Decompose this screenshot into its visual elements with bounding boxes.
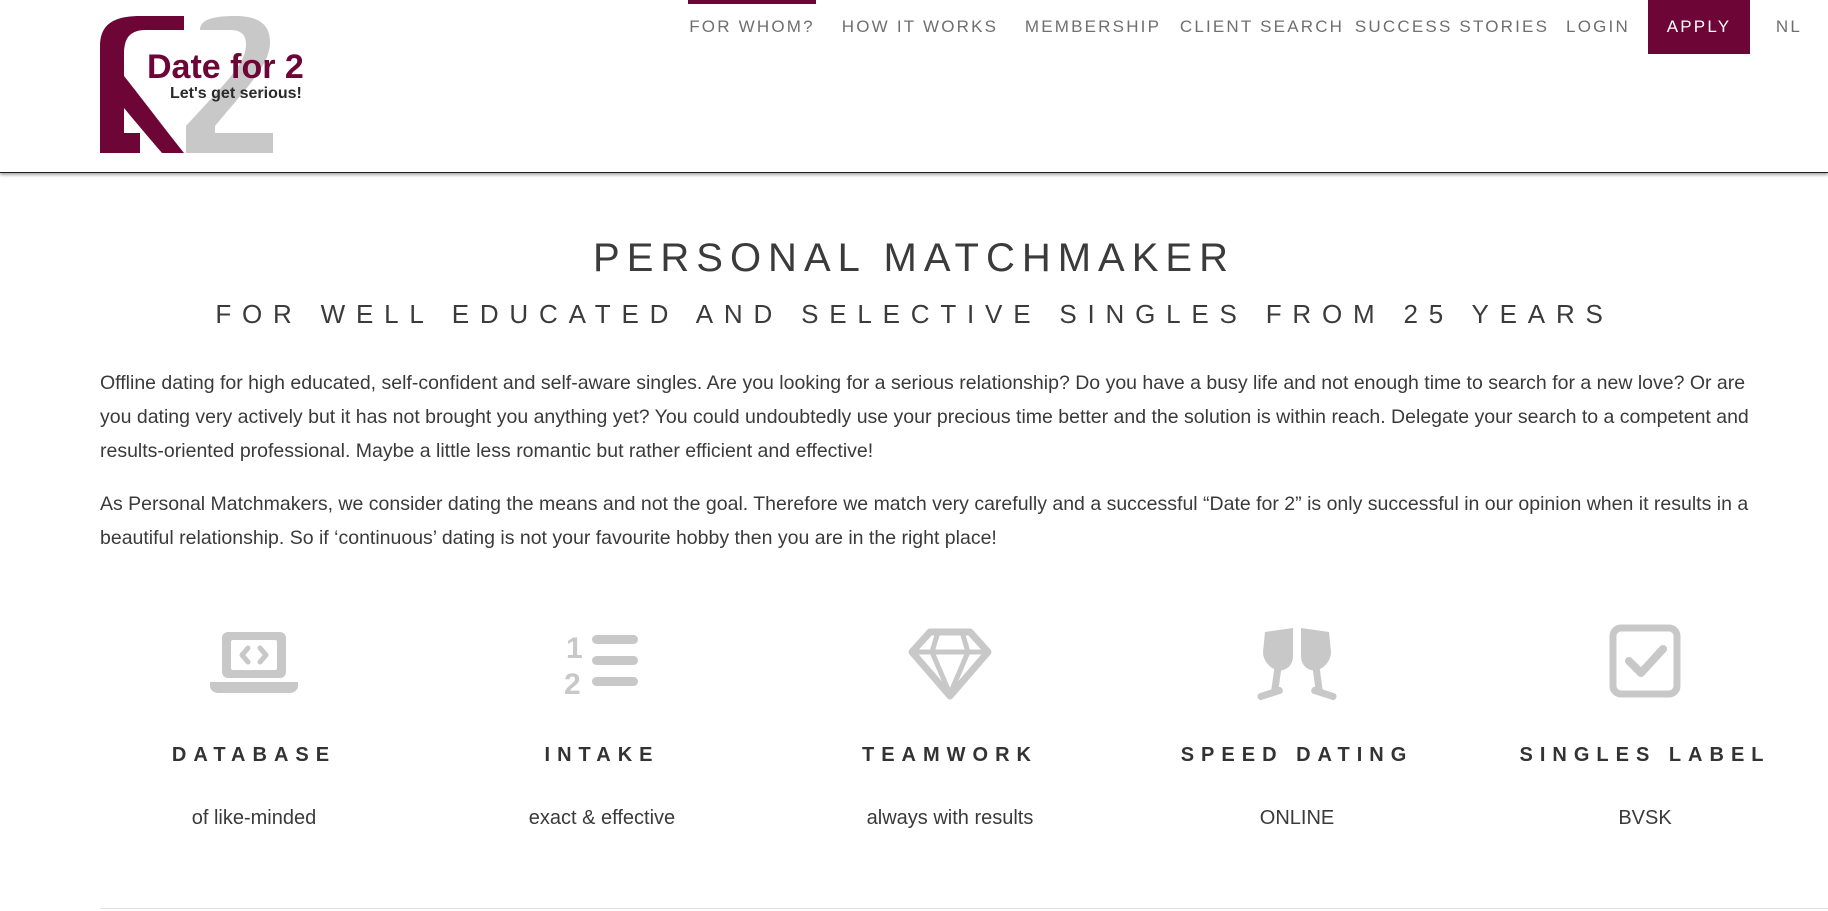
feature-database: DATABASE of like-minded — [94, 618, 414, 830]
nav-client-search[interactable]: CLIENT SEARCH — [1180, 0, 1344, 54]
intro-paragraph-1: Offline dating for high educated, self-c… — [100, 372, 1749, 462]
feature-teamwork: TEAMWORK always with results — [790, 618, 1110, 830]
site-header: Date for 2 Let's get serious! FOR WHOM? … — [0, 0, 1828, 173]
nav-success-stories[interactable]: SUCCESS STORIES — [1355, 0, 1547, 54]
glasses-cheers-icon — [1257, 628, 1337, 701]
nav-apply-button[interactable]: APPLY — [1648, 0, 1750, 54]
nav-for-whom[interactable]: FOR WHOM? — [688, 0, 816, 54]
feature-title: TEAMWORK — [862, 744, 1038, 766]
main-nav: FOR WHOM? HOW IT WORKS MEMBERSHIP CLIENT… — [688, 0, 1828, 54]
feature-title: SPEED DATING — [1180, 744, 1414, 766]
nav-language-nl[interactable]: NL — [1750, 0, 1828, 54]
section-divider — [100, 908, 1828, 909]
intro-paragraph-2: As Personal Matchmakers, we consider dat… — [100, 493, 1749, 549]
feature-subtitle: always with results — [866, 807, 1034, 829]
nav-login[interactable]: LOGIN — [1556, 0, 1640, 54]
diamond-icon — [908, 628, 992, 700]
features-row: DATABASE of like-minded 1 2 INTAKE exact… — [0, 618, 1828, 838]
numbered-list-icon: 1 2 — [564, 632, 638, 701]
nav-membership[interactable]: MEMBERSHIP — [1018, 0, 1168, 54]
feature-title: DATABASE — [171, 744, 337, 766]
svg-text:1: 1 — [566, 632, 583, 665]
feature-subtitle: exact & effective — [528, 807, 676, 829]
svg-text:2: 2 — [564, 668, 581, 701]
feature-subtitle: ONLINE — [1259, 807, 1335, 829]
logo-tagline: Let's get serious! — [170, 85, 302, 102]
checkbox-icon — [1609, 624, 1681, 698]
date-for-2-logo[interactable]: Date for 2 Let's get serious! — [100, 16, 315, 156]
logo-brand-text: Date for 2 — [147, 48, 304, 86]
feature-speed-dating: SPEED DATING ONLINE — [1137, 618, 1457, 830]
nav-how-it-works[interactable]: HOW IT WORKS — [832, 0, 1008, 54]
feature-title: INTAKE — [544, 744, 660, 766]
feature-subtitle: BVSK — [1618, 807, 1672, 829]
feature-title: SINGLES LABEL — [1519, 744, 1771, 766]
feature-intake: 1 2 INTAKE exact & effective — [442, 618, 762, 830]
page-subtitle: FOR WELL EDUCATED AND SELECTIVE SINGLES … — [215, 299, 1614, 329]
feature-subtitle: of like-minded — [191, 807, 317, 829]
laptop-code-icon — [210, 632, 298, 693]
feature-singles-label: SINGLES LABEL BVSK — [1485, 618, 1805, 830]
page-title: PERSONAL MATCHMAKER — [593, 236, 1235, 280]
